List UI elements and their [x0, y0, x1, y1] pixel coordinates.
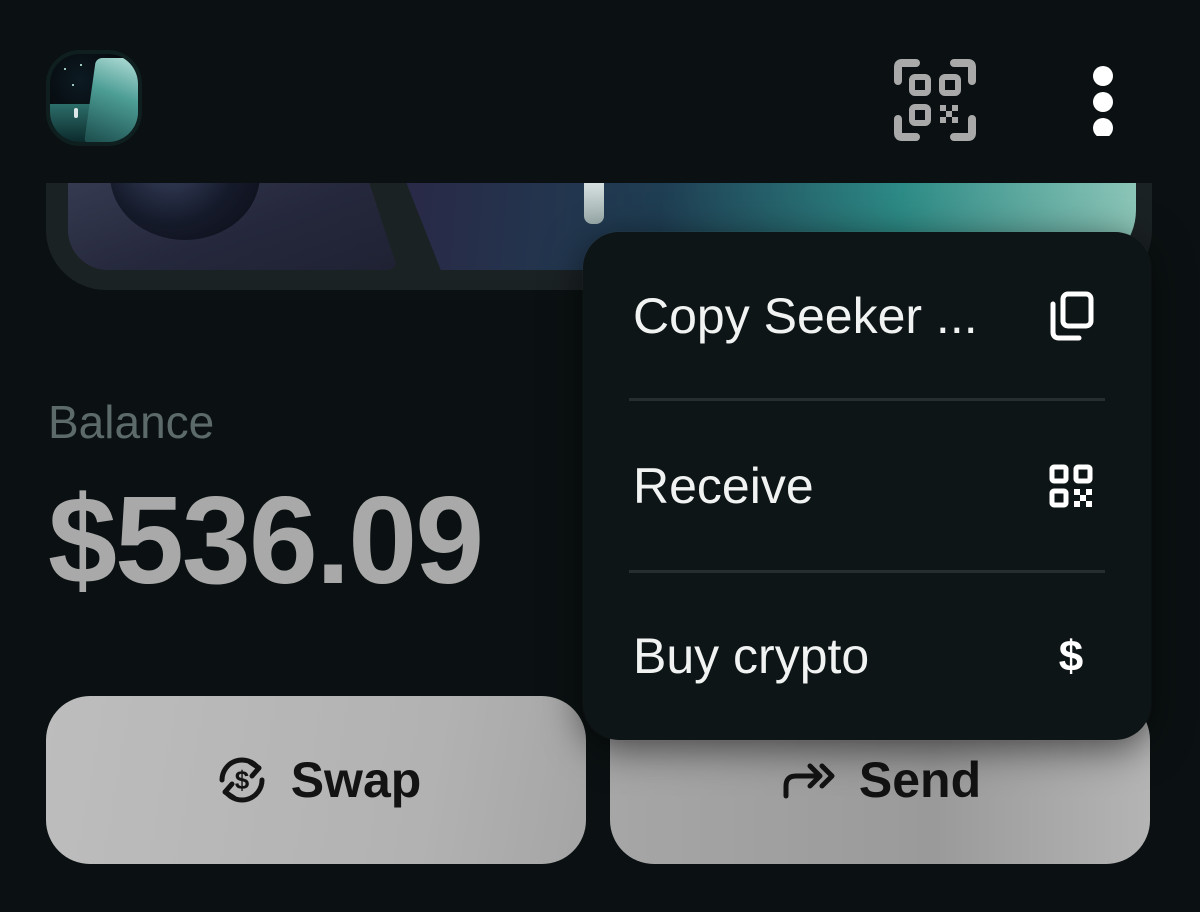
- send-arrows-icon: [779, 749, 841, 811]
- balance-label: Balance: [48, 396, 215, 448]
- qr-code-icon: [1041, 456, 1101, 516]
- dollar-icon: $: [1041, 626, 1101, 686]
- more-vertical-icon: [1093, 66, 1113, 136]
- copy-icon: [1041, 286, 1101, 346]
- wallet-home-screen: Balance $536.09 $ Swap Send Copy Seeker …: [0, 0, 1200, 912]
- overflow-menu: Copy Seeker ... Receive Buy crypto $: [583, 232, 1151, 740]
- menu-divider: [629, 398, 1105, 401]
- wallet-avatar[interactable]: [46, 50, 142, 146]
- send-label: Send: [858, 752, 982, 808]
- menu-item-label: Copy Seeker ...: [633, 288, 978, 344]
- qr-scan-icon: [894, 59, 976, 141]
- more-options-button[interactable]: [1070, 60, 1136, 140]
- menu-item-label: Buy crypto: [633, 628, 870, 684]
- swap-label: Swap: [290, 752, 422, 808]
- qr-scan-button[interactable]: [890, 55, 980, 145]
- menu-item-copy-address[interactable]: Copy Seeker ...: [583, 232, 1151, 400]
- balance-value: $536.09: [48, 472, 484, 610]
- swap-button[interactable]: $ Swap: [46, 696, 586, 864]
- top-bar: [0, 0, 1200, 183]
- swap-dollar-icon: $: [211, 749, 273, 811]
- svg-text:$: $: [1059, 632, 1083, 681]
- menu-item-label: Receive: [633, 458, 814, 514]
- svg-text:$: $: [234, 765, 249, 795]
- menu-item-buy-crypto[interactable]: Buy crypto $: [583, 572, 1151, 740]
- menu-item-receive[interactable]: Receive: [583, 402, 1151, 570]
